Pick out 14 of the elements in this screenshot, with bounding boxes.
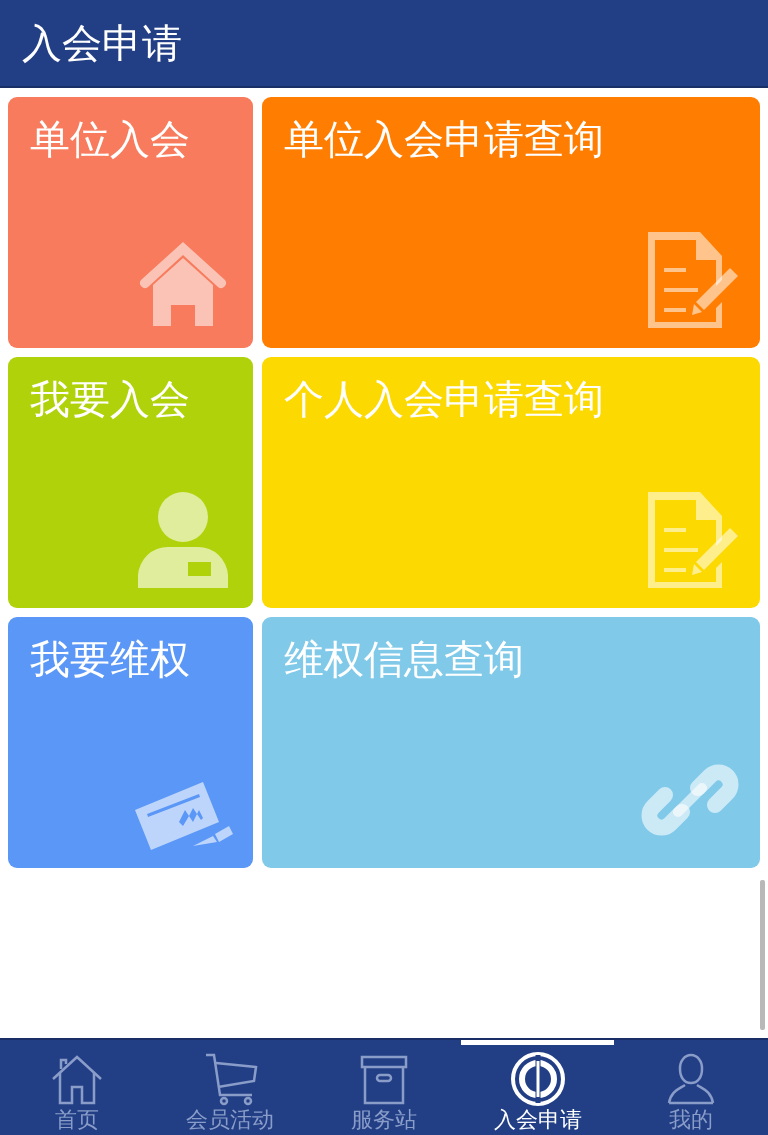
emblem-icon [509, 1051, 566, 1107]
menu-tile[interactable]: 我要维权 [8, 617, 253, 868]
menu-tile[interactable]: 维权信息查询 [262, 617, 760, 868]
check-pen-icon [133, 780, 233, 850]
menu-tile[interactable]: 我要入会 [8, 357, 253, 608]
menu-tile[interactable]: 单位入会申请查询 [262, 97, 760, 348]
nav-tab[interactable]: 首页 [0, 1040, 154, 1135]
page-title: 入会申请 [22, 18, 182, 68]
nav-tab[interactable]: 会员活动 [153, 1040, 308, 1135]
scrollbar[interactable] [760, 880, 765, 1030]
nav-tab[interactable]: 入会申请 [460, 1040, 615, 1135]
nav-tab[interactable]: 我的 [614, 1040, 768, 1135]
menu-tile[interactable]: 单位入会 [8, 97, 253, 348]
nav-tab[interactable]: 服务站 [307, 1040, 461, 1135]
